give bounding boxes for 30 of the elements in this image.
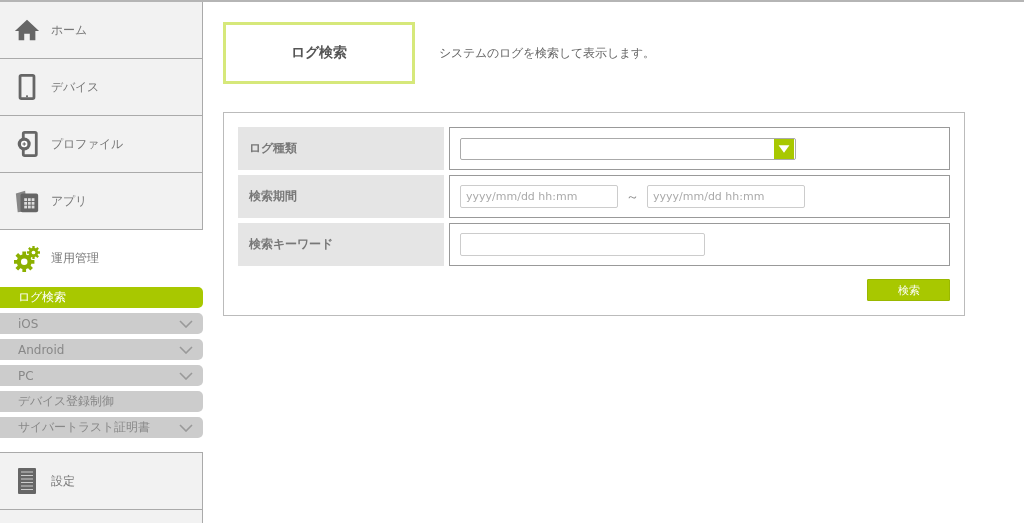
nav-item[interactable]: デバイス (0, 59, 203, 116)
field-label: 検索期間 (238, 175, 444, 218)
app-grid-icon (14, 188, 40, 214)
log-type-dropdown[interactable] (460, 137, 796, 160)
chevron-down-icon (179, 371, 193, 380)
page-title: ログ検索 (223, 22, 415, 84)
nav-item[interactable]: 設定 (0, 453, 203, 510)
chevron-down-icon (179, 345, 193, 354)
chevron-down-icon (179, 319, 193, 328)
date-input-field[interactable]: yyyy/mm/dd hh:mm (460, 185, 618, 208)
nav-item[interactable]: アプリ (0, 173, 203, 230)
nav-item[interactable]: ホーム (0, 2, 203, 59)
home-icon (14, 17, 40, 43)
gears-icon (14, 245, 40, 272)
field-label: ログ種類 (238, 127, 444, 170)
page-description: システムのログを検索して表示します。 (439, 44, 655, 62)
submenu-item[interactable]: ログ検索 (0, 287, 203, 308)
nav-item[interactable]: プロファイル (0, 116, 203, 173)
submenu-item[interactable]: Android (0, 339, 203, 360)
date-input-field[interactable]: yyyy/mm/dd hh:mm (647, 185, 805, 208)
submenu-item[interactable]: サイバートラスト証明書 (0, 417, 203, 438)
document-icon (18, 468, 36, 494)
field-label: 検索キーワード (238, 223, 444, 266)
search-button[interactable]: 検索 (867, 279, 950, 301)
smartphone-icon (18, 74, 36, 100)
submenu-item[interactable]: PC (0, 365, 203, 386)
keyword-input-field[interactable] (460, 233, 705, 256)
submenu-item[interactable]: iOS (0, 313, 203, 334)
chevron-down-icon (179, 423, 193, 432)
range-separator: ～ (626, 187, 639, 206)
